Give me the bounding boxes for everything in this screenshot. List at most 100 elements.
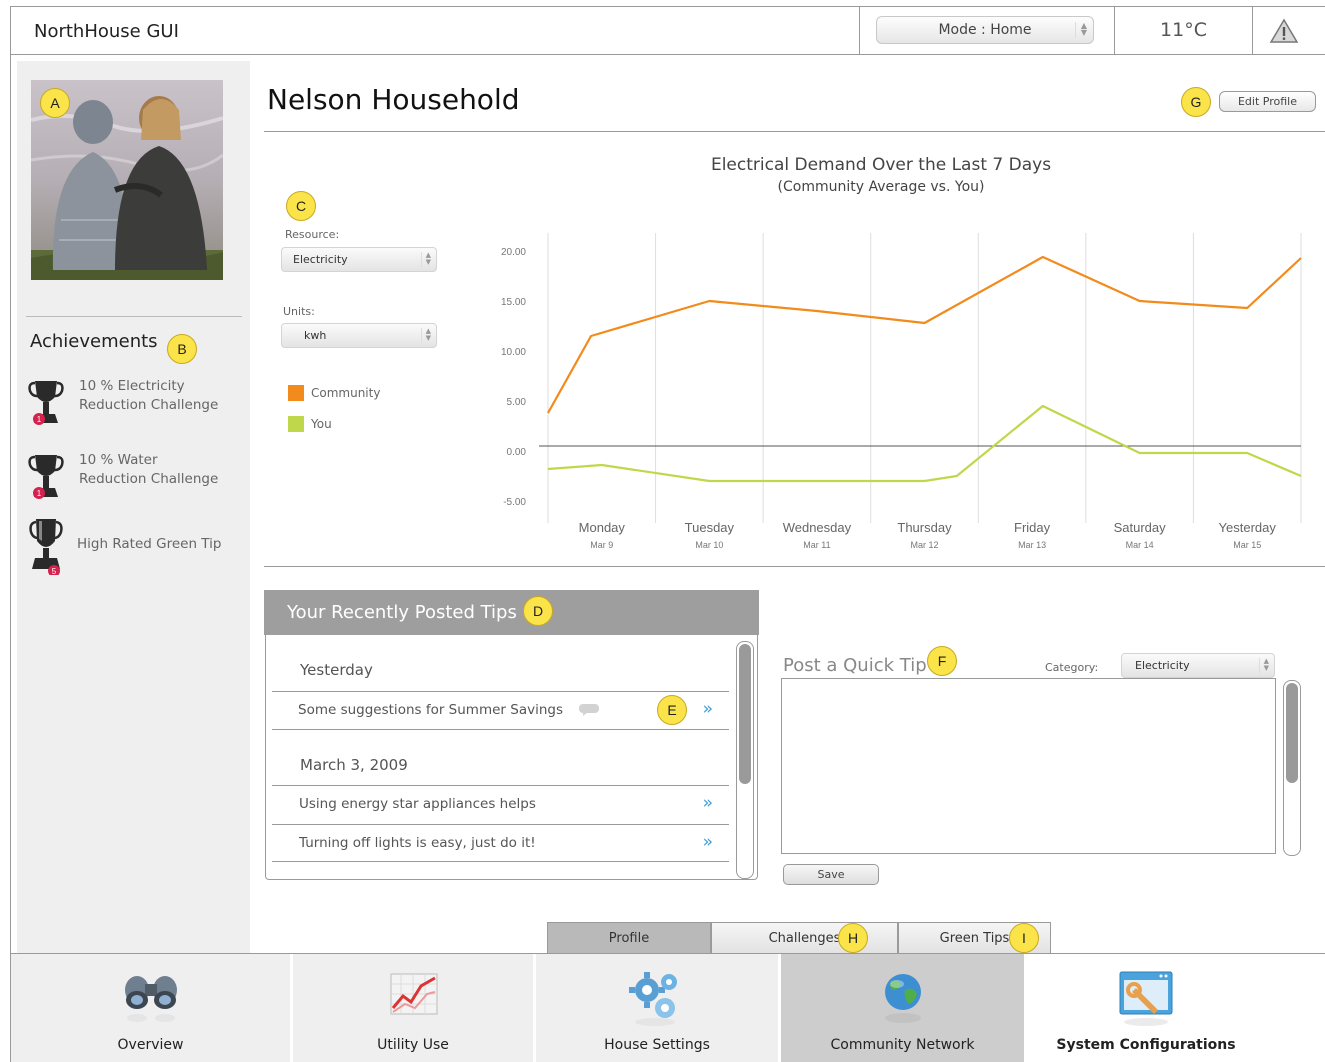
legend-label: Community [311,386,381,400]
app-title: NorthHouse GUI [34,21,179,42]
y-tick-label: 5.00 [507,397,527,408]
units-label: Units: [283,305,315,318]
x-tick-label: Thursday [897,520,952,535]
y-tick-label: 0.00 [507,447,527,458]
mode-select[interactable]: Mode : Home ▲ ▼ [876,16,1094,44]
x-tick-date: Mar 10 [695,540,723,550]
tips-scrollbar[interactable] [736,641,754,879]
header-bar: NorthHouse GUI Mode : Home ▲ ▼ 11°C [11,7,1325,55]
resource-select[interactable]: Electricity ▲ ▼ [281,247,437,272]
tip-text: Some suggestions for Summer Savings [298,702,563,718]
scrollbar-thumb[interactable] [739,644,751,784]
chevron-right-icon[interactable]: » [703,699,713,719]
comment-icon [579,704,599,716]
achievement-line2: Reduction Challenge [79,471,219,487]
tip-text: Turning off lights is easy, just do it! [299,835,536,851]
profile-subtabs: Profile Challenges Green Tips [547,922,1051,954]
y-tick-label: 10.00 [501,347,526,358]
annotation-badge-c: C [286,191,316,221]
app-frame: NorthHouse GUI Mode : Home ▲ ▼ 11°C A Ac… [10,6,1325,1062]
nav-label: System Configurations [1056,1037,1236,1053]
category-select-value: Electricity [1135,659,1190,672]
tab-profile[interactable]: Profile [547,922,711,954]
temperature-readout: 11°C [1115,7,1253,54]
x-tick-label: Monday [579,520,626,535]
profile-sidebar: A Achievements B 1 10 % Electricity Redu… [17,61,250,953]
x-tick-label: Saturday [1114,520,1167,535]
binoculars-icon [124,976,177,1022]
chart-divider [264,566,1325,567]
achievement-line1: 10 % Water [79,452,158,468]
tip-row-divider [272,861,729,862]
resource-label: Resource: [285,228,340,241]
achievement-line1: High Rated Green Tip [77,536,222,552]
annotation-badge-b: B [167,334,197,364]
chevron-right-icon[interactable]: » [703,832,713,852]
chart-title: Electrical Demand Over the Last 7 Days [710,155,1052,175]
annotation-badge-d: D [523,596,553,626]
post-quick-tip-title: Post a Quick Tip [783,655,927,676]
x-tick-label: Friday [1014,520,1051,535]
textarea-scrollbar[interactable] [1283,680,1301,856]
achievement-text: 10 % Water Reduction Challenge [79,451,249,489]
units-select[interactable]: kwh ▲ ▼ [281,323,437,348]
achievement-count: 1 [37,489,42,498]
nav-community-network[interactable]: Community Network [781,954,1024,1062]
select-arrows-icon: ▲ ▼ [421,252,431,267]
tip-row-divider [272,729,729,730]
x-tick-date: Mar 12 [910,540,938,550]
profile-divider [264,131,1325,132]
trophy-icon: 1 [28,455,64,499]
annotation-badge-e: E [657,695,687,725]
globe-icon [884,974,921,1023]
edit-profile-button[interactable]: Edit Profile [1219,91,1316,112]
warning-icon[interactable] [1269,18,1299,44]
scrollbar-thumb[interactable] [1286,683,1298,783]
units-select-value: kwh [304,329,327,342]
recent-tips-title: Your Recently Posted Tips [287,602,517,623]
save-button[interactable]: Save [783,864,879,885]
graph-icon [390,973,438,1015]
chart-subtitle: (Community Average vs. You) [777,179,985,195]
trophy-icon: 5 [29,519,63,575]
x-tick-label: Yesterday [1219,520,1277,535]
select-arrows-icon: ▲ ▼ [1259,658,1269,673]
nav-house-settings[interactable]: House Settings [536,954,778,1062]
select-arrows-icon: ▲ ▼ [421,328,431,343]
chevron-right-icon[interactable]: » [703,793,713,813]
quick-tip-textarea[interactable] [781,678,1276,854]
wrench-window-icon [1119,971,1173,1026]
tip-row[interactable]: Using energy star appliances helps » [272,785,729,823]
recent-tips-header: Your Recently Posted Tips [264,590,759,635]
category-select[interactable]: Electricity ▲ ▼ [1121,653,1275,678]
nav-label: Overview [117,1037,184,1053]
x-tick-date: Mar 15 [1233,540,1261,550]
tip-row[interactable]: Turning off lights is easy, just do it! … [272,824,729,862]
category-label: Category: [1045,661,1099,674]
achievement-text: 10 % Electricity Reduction Challenge [79,377,249,415]
nav-system-configurations[interactable]: System Configurations [1024,954,1268,1062]
demand-line-chart: 20.00 15.00 10.00 5.00 0.00 -5.00 Monday Mar 9 T… [501,233,1302,550]
annotation-badge-a: A [40,88,70,118]
annotation-badge-h: H [838,923,868,953]
legend-label: You [311,417,332,431]
x-tick-date: Mar 14 [1126,540,1154,550]
achievement-item: 1 10 % Water Reduction Challenge [27,451,247,511]
resource-select-value: Electricity [293,253,348,266]
tab-challenges[interactable]: Challenges [711,922,898,954]
nav-utility-use[interactable]: Utility Use [293,954,533,1062]
bottom-navigation: Overview Utility Use House Settings Comm… [11,953,1325,1062]
tip-date-heading: March 3, 2009 [300,756,408,774]
select-arrows-icon: ▲ ▼ [1075,22,1087,38]
recent-tips-list: Yesterday Some suggestions for Summer Sa… [265,635,758,880]
x-tick-label: Wednesday [783,520,852,535]
legend-swatch [288,416,304,432]
nav-overview[interactable]: Overview [11,954,290,1062]
household-name: Nelson Household [267,83,520,116]
achievement-line2: Reduction Challenge [79,397,219,413]
trophy-icon: 1 [28,381,64,425]
mode-select-value: Mode : Home [938,22,1032,38]
nav-label: Utility Use [377,1037,449,1053]
x-tick-date: Mar 11 [803,540,830,550]
mode-cell: Mode : Home ▲ ▼ [859,7,1115,54]
